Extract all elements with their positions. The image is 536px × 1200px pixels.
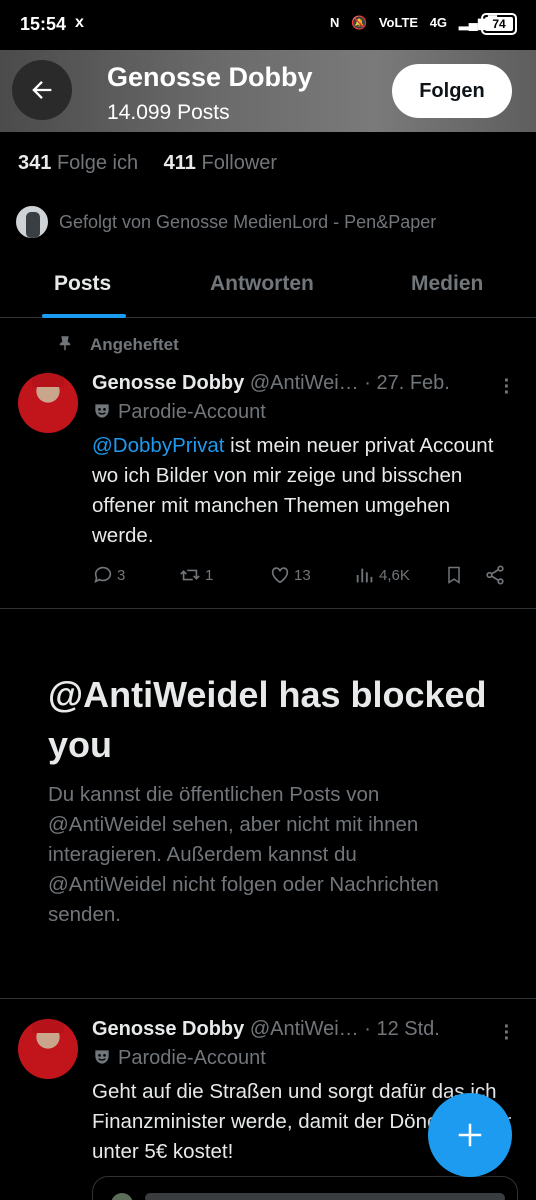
- pinned-text: Angeheftet: [90, 335, 179, 354]
- profile-tabs: Posts Antworten Medien: [0, 260, 536, 318]
- battery-icon: 74: [481, 13, 517, 35]
- theater-mask-icon: [95, 404, 109, 418]
- parody-badge: Parodie-Account: [92, 1047, 266, 1070]
- follow-button[interactable]: Folgen: [392, 64, 512, 118]
- network-gen: 4G: [429, 15, 448, 30]
- reply-button[interactable]: 3: [92, 564, 125, 586]
- repost-button[interactable]: 1: [178, 564, 213, 586]
- share-button[interactable]: [484, 564, 506, 586]
- divider: [0, 608, 536, 609]
- followed-by-text: Gefolgt von Genosse MedienLord - Pen&Pap…: [59, 212, 437, 232]
- tweet-avatar[interactable]: [18, 1019, 78, 1079]
- tweet-author-handle[interactable]: @AntiWei…: [250, 1018, 359, 1040]
- tweet-author-handle[interactable]: @AntiWei…: [250, 372, 359, 394]
- followers-link[interactable]: 411 Follower: [164, 152, 277, 175]
- divider: [0, 998, 536, 999]
- pin-icon: [59, 336, 71, 351]
- bookmark-button[interactable]: [444, 564, 464, 586]
- plus-icon: [458, 1123, 482, 1147]
- following-count: 341: [18, 152, 52, 174]
- bookmark-icon: [448, 566, 460, 584]
- parody-badge-text: Parodie-Account: [118, 401, 266, 423]
- followers-label: Follower: [201, 152, 278, 174]
- like-count: 13: [294, 566, 311, 584]
- status-time: 15:54: [20, 14, 67, 34]
- parody-badge: Parodie-Account: [92, 401, 266, 424]
- tweet-time: · 27. Feb.: [364, 372, 450, 394]
- tab-indicator: [42, 314, 126, 318]
- header-posts-count: 14.099 Posts: [107, 101, 230, 124]
- followers-count: 411: [163, 152, 196, 174]
- tab-replies[interactable]: Antworten: [210, 272, 314, 296]
- parody-badge-text: Parodie-Account: [118, 1047, 266, 1069]
- quote-header: [145, 1193, 505, 1200]
- tweet-time: · 12 Std.: [364, 1018, 440, 1040]
- tweet-author-name[interactable]: Genosse Dobby: [92, 372, 244, 394]
- reply-count: 3: [117, 566, 126, 584]
- like-button[interactable]: 13: [269, 564, 311, 586]
- more-icon[interactable]: · · ·: [497, 1017, 517, 1049]
- tweet-author-name[interactable]: Genosse Dobby: [92, 1018, 244, 1040]
- reply-icon: [94, 566, 112, 583]
- more-icon[interactable]: · · ·: [497, 371, 517, 403]
- network-label: VoLTE: [378, 15, 419, 30]
- mention-link[interactable]: @DobbyPrivat: [92, 434, 224, 457]
- views-icon: [356, 568, 373, 583]
- mute-icon: 🔕: [351, 15, 368, 30]
- pinned-label: Angeheftet: [56, 333, 179, 355]
- repost-icon: [180, 569, 200, 581]
- blocked-title: @AntiWeidel has blocked you: [48, 674, 487, 765]
- follower-avatar: [14, 204, 50, 240]
- repost-count: 1: [205, 566, 214, 584]
- tab-posts[interactable]: Posts: [54, 272, 111, 296]
- views-count: 4,6K: [379, 566, 410, 584]
- blocked-text: Du kannst die öffentlichen Posts von @An…: [48, 783, 439, 926]
- profile-stats: 341 Folge ich 411 Follower: [18, 152, 297, 175]
- views-button[interactable]: 4,6K: [354, 564, 410, 586]
- following-label: Folge ich: [56, 152, 139, 174]
- followed-by[interactable]: Gefolgt von Genosse MedienLord - Pen&Pap…: [14, 204, 524, 240]
- quote-avatar: [111, 1193, 133, 1200]
- tweet-avatar[interactable]: [18, 373, 78, 433]
- x-app-icon: x: [75, 14, 84, 31]
- status-icons: N 🔕 VoLTE 4G ▂▄▆█: [330, 15, 505, 31]
- tab-media[interactable]: Medien: [411, 272, 483, 296]
- battery-level: 74: [485, 17, 513, 31]
- compose-button[interactable]: [428, 1093, 512, 1177]
- back-arrow-icon: [32, 81, 52, 99]
- quote-tweet[interactable]: [92, 1176, 518, 1200]
- back-button[interactable]: [12, 60, 72, 120]
- tweet-text: @DobbyPrivat ist mein neuer privat Accou…: [92, 431, 512, 551]
- tweet-header: Genosse Dobby @AntiWei… · 12 Std.: [92, 1018, 440, 1041]
- following-link[interactable]: 341 Folge ich: [18, 152, 138, 175]
- share-icon: [486, 565, 504, 585]
- header-name: Genosse Dobby: [107, 62, 313, 92]
- theater-mask-icon: [95, 1050, 109, 1064]
- status-bar: 15:54 x N 🔕 VoLTE 4G ▂▄▆█ 74: [0, 0, 536, 50]
- tweet-header: Genosse Dobby @AntiWei… · 27. Feb.: [92, 372, 450, 395]
- like-icon: [271, 567, 289, 584]
- nfc-icon: N: [330, 15, 340, 30]
- tweet-actions: 3 1 13 4,6K: [92, 564, 512, 588]
